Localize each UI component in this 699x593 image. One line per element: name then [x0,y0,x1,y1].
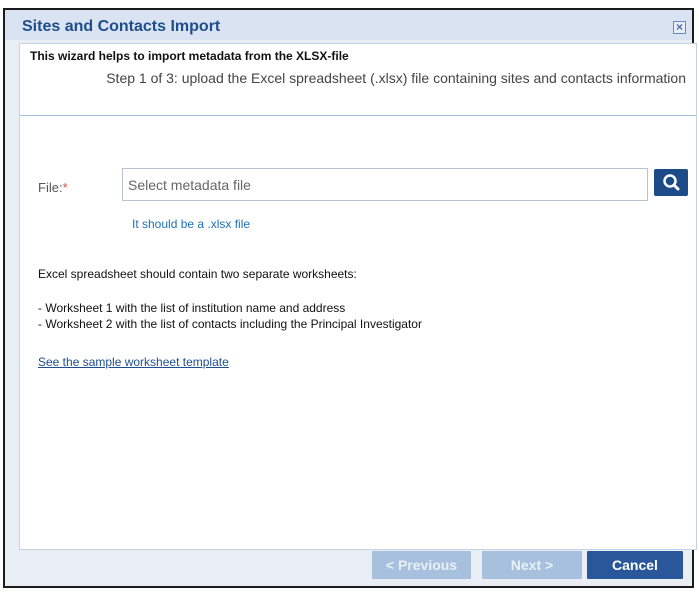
file-input-placeholder: Select metadata file [128,177,251,193]
worksheet-list: - Worksheet 1 with the list of instituti… [38,300,422,332]
import-dialog: Sites and Contacts Import × This wizard … [3,8,697,588]
next-button[interactable]: Next > [482,551,582,579]
sample-template-link[interactable]: See the sample worksheet template [38,355,229,369]
file-label: File:* [38,180,68,195]
cancel-button[interactable]: Cancel [587,551,683,579]
file-label-text: File: [38,180,63,195]
list-item: - Worksheet 2 with the list of contacts … [38,317,422,331]
list-item: - Worksheet 1 with the list of instituti… [38,301,346,315]
search-icon [663,174,680,191]
dialog-title: Sites and Contacts Import [22,18,221,35]
browse-button[interactable] [654,169,688,196]
file-hint: It should be a .xlsx file [132,217,251,231]
wizard-step: Step 1 of 3: upload the Excel spreadshee… [106,70,686,86]
wizard-intro: This wizard helps to import metadata fro… [30,49,349,63]
previous-button[interactable]: < Previous [372,551,471,579]
dialog-titlebar: Sites and Contacts Import × [5,10,692,40]
metadata-file-input[interactable]: Select metadata file [122,168,648,201]
divider [20,115,696,116]
worksheet-description: Excel spreadsheet should contain two sep… [38,267,357,281]
required-mark: * [62,180,68,195]
close-icon[interactable]: × [673,21,686,34]
wizard-content: This wizard helps to import metadata fro… [19,43,697,550]
